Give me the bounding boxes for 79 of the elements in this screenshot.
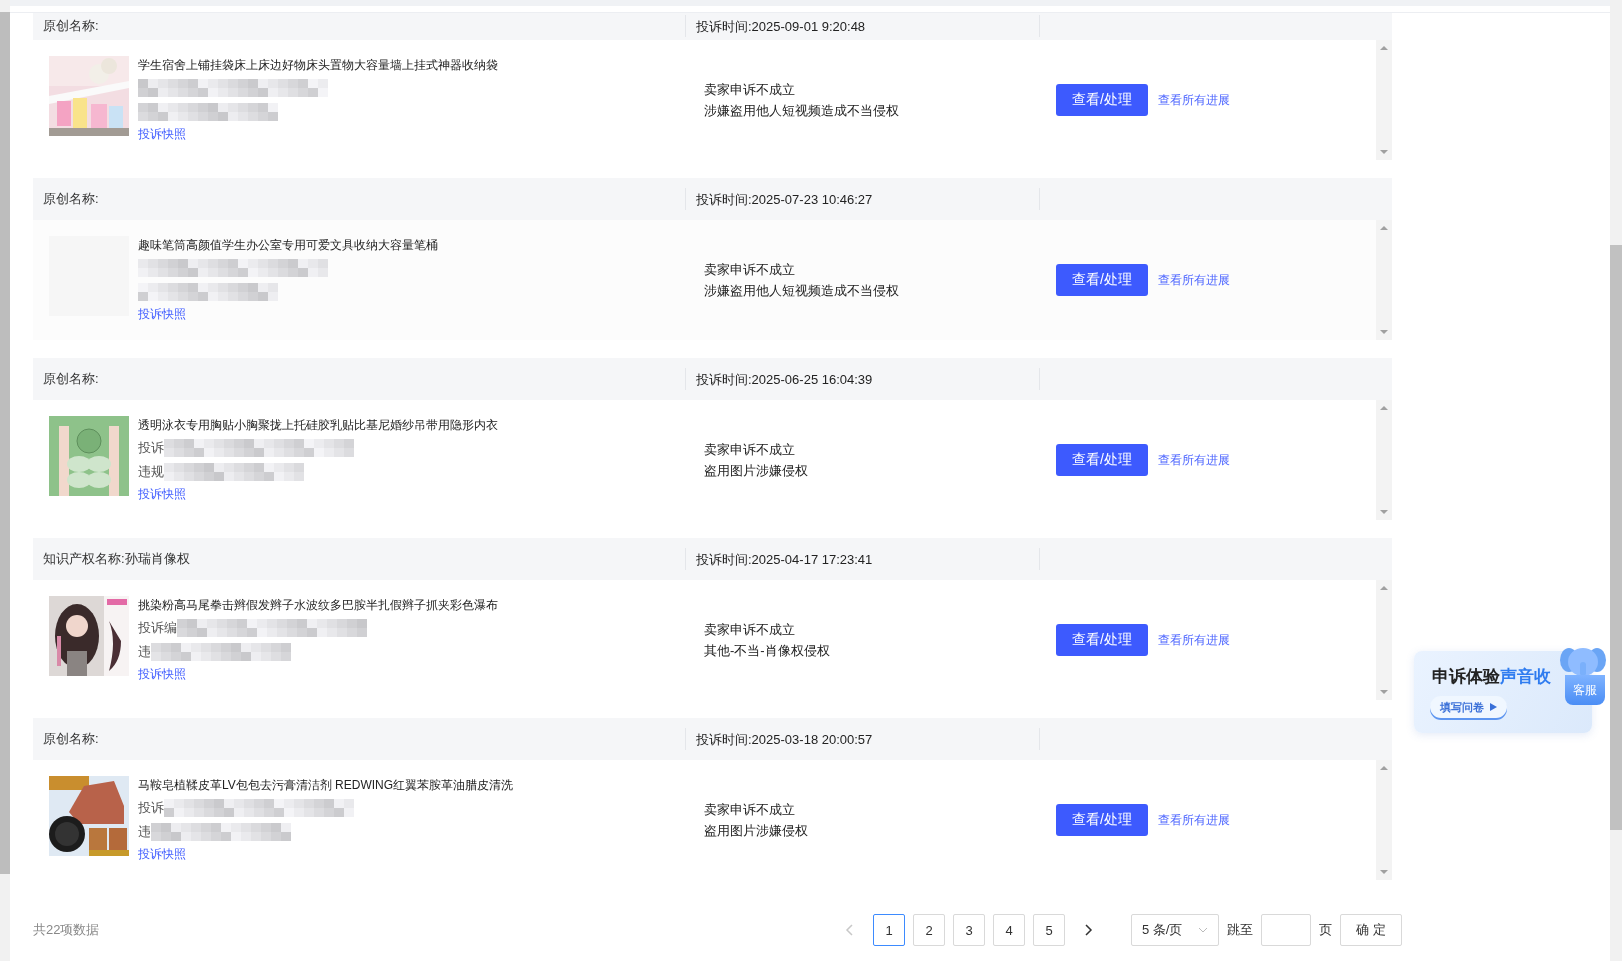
view-handle-button[interactable]: 查看/处理 (1056, 84, 1148, 116)
masked-label: 违 (138, 823, 151, 841)
masked-label: 投诉编 (138, 619, 177, 637)
header-label: 原创名称: (43, 371, 99, 386)
status-text: 卖家申诉不成立 (704, 81, 796, 99)
page-size-select[interactable]: 5 条/页 (1131, 914, 1219, 946)
total-count: 共22项数据 (33, 921, 101, 939)
view-handle-button[interactable]: 查看/处理 (1056, 264, 1148, 296)
customer-service-button[interactable]: 客服 (1565, 675, 1605, 705)
masked-label: 违 (138, 643, 151, 661)
status-text: 卖家申诉不成立 (704, 441, 796, 459)
header-label: 原创名称: (43, 18, 99, 33)
complaint-time: 投诉时间:2025-04-17 17:23:41 (696, 550, 874, 569)
reason-text: 涉嫌盗用他人短视频造成不当侵权 (704, 102, 900, 120)
status-text: 卖家申诉不成立 (704, 621, 796, 639)
complaint-time: 投诉时间:2025-07-23 10:46:27 (696, 190, 874, 209)
scroll-up-icon[interactable] (1380, 584, 1388, 592)
complaint-time: 投诉时间:2025-06-25 16:04:39 (696, 370, 874, 389)
scrollbar[interactable] (1610, 0, 1622, 961)
reason-text: 盗用图片涉嫌侵权 (704, 822, 809, 840)
scroll-down-icon[interactable] (1380, 688, 1388, 696)
jump-label: 跳至 (1227, 921, 1253, 939)
product-title: 趣味笔筒高颜值学生办公室专用可爱文具收纳大容量笔桶 (138, 237, 438, 254)
confirm-button[interactable]: 确 定 (1340, 914, 1402, 946)
progress-link[interactable]: 查看所有进展 (1158, 91, 1230, 109)
reason-text: 盗用图片涉嫌侵权 (704, 462, 809, 480)
chevron-down-icon (1198, 926, 1208, 934)
scroll-up-icon[interactable] (1380, 224, 1388, 232)
page-button[interactable]: 5 (1033, 914, 1065, 946)
scroll-up-icon[interactable] (1380, 764, 1388, 772)
scrollbar[interactable] (1376, 580, 1392, 700)
scrollbar[interactable] (1376, 40, 1392, 160)
snapshot-link[interactable]: 投诉快照 (138, 306, 438, 323)
reason-text: 涉嫌盗用他人短视频造成不当侵权 (704, 282, 900, 300)
page-button[interactable]: 4 (993, 914, 1025, 946)
product-title: 马鞍皂植鞣皮革LV包包去污膏清洁剂 REDWING红翼苯胺革油腊皮清洗 (138, 777, 514, 794)
view-handle-button[interactable]: 查看/处理 (1056, 804, 1148, 836)
progress-link[interactable]: 查看所有进展 (1158, 271, 1230, 289)
masked-label: 违规 (138, 463, 164, 481)
product-title: 学生宿舍上铺挂袋床上床边好物床头置物大容量墙上挂式神器收纳袋 (138, 57, 498, 74)
survey-button[interactable]: 填写问卷 (1430, 696, 1507, 718)
complaint-time: 投诉时间:2025-09-01 9:20:48 (696, 17, 867, 36)
product-title: 挑染粉高马尾拳击辫假发辫子水波纹多巴胺半扎假辫子抓夹彩色瀑布 (138, 597, 498, 614)
complaint-time: 投诉时间:2025-03-18 20:00:57 (696, 730, 874, 749)
view-handle-button[interactable]: 查看/处理 (1056, 624, 1148, 656)
play-icon (1490, 703, 1497, 711)
masked-label: 投诉 (138, 439, 164, 457)
scroll-down-icon[interactable] (1380, 328, 1388, 336)
header-label: 原创名称: (43, 191, 99, 206)
snapshot-link[interactable]: 投诉快照 (138, 126, 498, 143)
scroll-up-icon[interactable] (1380, 404, 1388, 412)
progress-link[interactable]: 查看所有进展 (1158, 811, 1230, 829)
progress-link[interactable]: 查看所有进展 (1158, 451, 1230, 469)
snapshot-link[interactable]: 投诉快照 (138, 846, 514, 863)
status-text: 卖家申诉不成立 (704, 801, 796, 819)
scrollbar[interactable] (0, 0, 10, 961)
page-button[interactable]: 2 (913, 914, 945, 946)
header-label: 知识产权名称:孙瑞肖像权 (43, 551, 190, 566)
scroll-down-icon[interactable] (1380, 508, 1388, 516)
scroll-down-icon[interactable] (1380, 148, 1388, 156)
banner-title: 申诉体验声音收 (1432, 666, 1551, 688)
scrollbar[interactable] (1376, 220, 1392, 340)
snapshot-link[interactable]: 投诉快照 (138, 666, 498, 683)
product-title: 透明泳衣专用胸贴小胸聚拢上托硅胶乳贴比基尼婚纱吊带用隐形内衣 (138, 417, 498, 434)
scroll-up-icon[interactable] (1380, 44, 1388, 52)
snapshot-link[interactable]: 投诉快照 (138, 486, 498, 503)
masked-label: 投诉 (138, 799, 164, 817)
page-button[interactable]: 3 (953, 914, 985, 946)
reason-text: 其他-不当-肖像权侵权 (704, 642, 831, 660)
scrollbar[interactable] (1376, 760, 1392, 880)
page-unit: 页 (1319, 921, 1332, 939)
status-text: 卖家申诉不成立 (704, 261, 796, 279)
view-handle-button[interactable]: 查看/处理 (1056, 444, 1148, 476)
page-button[interactable]: 1 (873, 914, 905, 946)
scrollbar[interactable] (1376, 400, 1392, 520)
progress-link[interactable]: 查看所有进展 (1158, 631, 1230, 649)
page-input[interactable] (1261, 914, 1311, 946)
header-label: 原创名称: (43, 731, 99, 746)
scroll-down-icon[interactable] (1380, 868, 1388, 876)
